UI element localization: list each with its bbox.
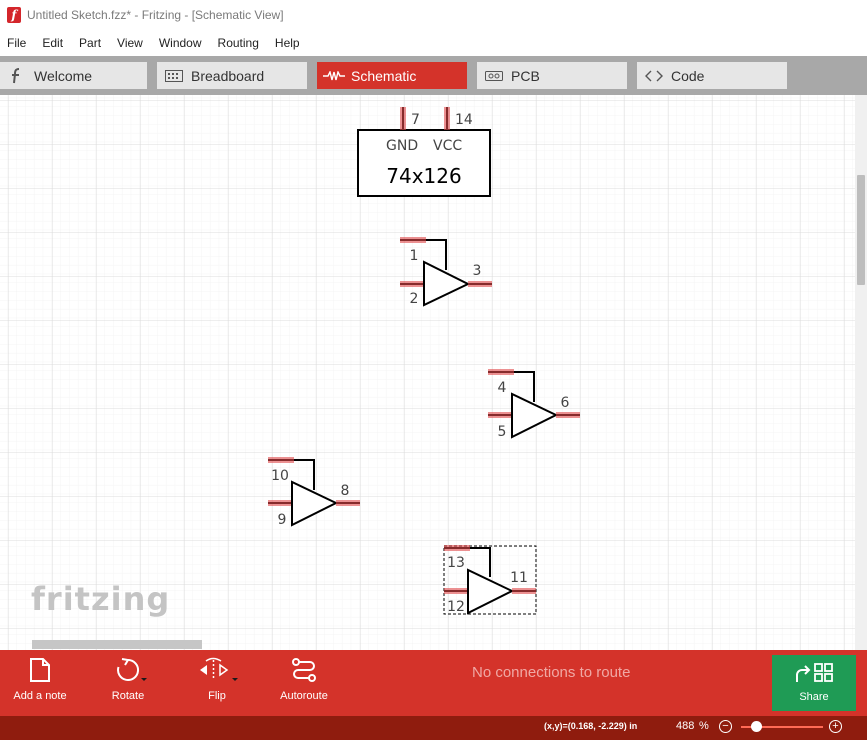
cursor-coordinates: (x,y)=(0.168, -2.229) in: [544, 721, 638, 731]
buffer-1-enable-pin: 1: [410, 248, 419, 264]
view-tab-bar: Welcome Breadboard Schematic PCB Code: [0, 56, 867, 95]
vertical-scrollbar[interactable]: [855, 95, 867, 650]
zoom-slider-handle[interactable]: [751, 721, 762, 732]
vertical-scrollbar-thumb[interactable]: [857, 175, 865, 285]
share-label: Share: [799, 691, 829, 703]
flip-icon: [196, 656, 238, 684]
tab-code[interactable]: Code: [637, 62, 787, 89]
status-bar: (x,y)=(0.168, -2.229) in 488 % − +: [0, 716, 867, 740]
tab-code-label: Code: [671, 67, 705, 84]
flip-button[interactable]: Flip: [194, 650, 240, 716]
buffer-2-enable-pin: 4: [498, 380, 507, 396]
note-icon: [28, 656, 52, 684]
resistor-icon: [323, 70, 345, 81]
buffer-3-input-pin: 9: [278, 512, 287, 528]
code-icon: [643, 70, 665, 82]
buffer-4-enable-pin: 13: [447, 555, 465, 571]
buffer-2-input-pin: 5: [498, 424, 507, 440]
share-icon: [794, 661, 834, 685]
routing-status-message: No connections to route: [472, 664, 631, 681]
buffer-2-output-pin: 6: [561, 395, 570, 411]
schematic-drawing: 7 14 GND VCC 74x126 1 2 3 4 5 6 10 9 8 1…: [0, 95, 855, 650]
menu-edit[interactable]: Edit: [34, 30, 71, 56]
rotate-icon: [108, 656, 148, 684]
rotate-button[interactable]: Rotate: [100, 650, 156, 716]
menu-routing[interactable]: Routing: [210, 30, 267, 56]
menu-file[interactable]: File: [0, 30, 34, 56]
tab-breadboard-label: Breadboard: [191, 67, 265, 84]
tab-welcome-label: Welcome: [34, 67, 93, 84]
buffer-4-output-pin: 11: [510, 570, 528, 586]
ic-part-name: 74x126: [386, 164, 461, 188]
buffer-3-enable-pin: 10: [271, 468, 289, 484]
tab-pcb-label: PCB: [511, 67, 540, 84]
fritzing-app-icon: f: [7, 7, 21, 23]
fritzing-watermark: fritzing: [31, 580, 171, 618]
flip-label: Flip: [208, 690, 226, 702]
menu-view[interactable]: View: [109, 30, 151, 56]
rotate-label: Rotate: [111, 690, 145, 702]
zoom-unit: %: [699, 720, 709, 732]
autoroute-icon: [290, 656, 318, 684]
pin-number-vcc: 14: [455, 112, 473, 128]
tab-welcome[interactable]: Welcome: [0, 62, 147, 89]
window-title: Untitled Sketch.fzz* - Fritzing - [Schem…: [27, 8, 284, 22]
menu-window[interactable]: Window: [151, 30, 210, 56]
buffer-1-output-pin: 3: [473, 263, 482, 279]
autoroute-button[interactable]: Autoroute: [276, 650, 332, 716]
bottom-toolbar: Add a note Rotate Flip Autoroute No conn…: [0, 650, 867, 716]
add-note-label: Add a note: [13, 690, 67, 702]
menu-help[interactable]: Help: [267, 30, 308, 56]
autoroute-label: Autoroute: [280, 690, 328, 702]
breadboard-icon: [163, 69, 185, 82]
buffer-3-output-pin: 8: [341, 483, 350, 499]
share-button[interactable]: Share: [772, 655, 856, 711]
tab-breadboard[interactable]: Breadboard: [157, 62, 307, 89]
tab-schematic-label: Schematic: [351, 67, 417, 84]
menu-part[interactable]: Part: [71, 30, 109, 56]
pin-label-gnd: GND: [386, 138, 418, 154]
zoom-out-icon[interactable]: −: [719, 720, 732, 733]
tab-pcb[interactable]: PCB: [477, 62, 627, 89]
horizontal-scrollbar-thumb[interactable]: [32, 640, 202, 649]
buffer-1-input-pin: 2: [410, 291, 419, 307]
pcb-icon: [483, 70, 505, 81]
zoom-level[interactable]: 488: [676, 720, 694, 732]
title-bar: f Untitled Sketch.fzz* - Fritzing - [Sch…: [0, 0, 867, 30]
fritzing-window: f Untitled Sketch.fzz* - Fritzing - [Sch…: [0, 0, 867, 740]
schematic-canvas[interactable]: 7 14 GND VCC 74x126 1 2 3 4 5 6 10 9 8 1…: [0, 95, 867, 650]
horizontal-scrollbar[interactable]: [0, 638, 855, 650]
pin-label-vcc: VCC: [433, 138, 462, 154]
zoom-in-icon[interactable]: +: [829, 720, 842, 733]
pin-number-gnd: 7: [411, 112, 420, 128]
buffer-4-input-pin: 12: [447, 599, 465, 615]
tab-schematic[interactable]: Schematic: [317, 62, 467, 89]
menu-bar: File Edit Part View Window Routing Help: [0, 30, 867, 56]
add-note-button[interactable]: Add a note: [8, 650, 72, 716]
fritzing-f-icon: [6, 67, 28, 85]
